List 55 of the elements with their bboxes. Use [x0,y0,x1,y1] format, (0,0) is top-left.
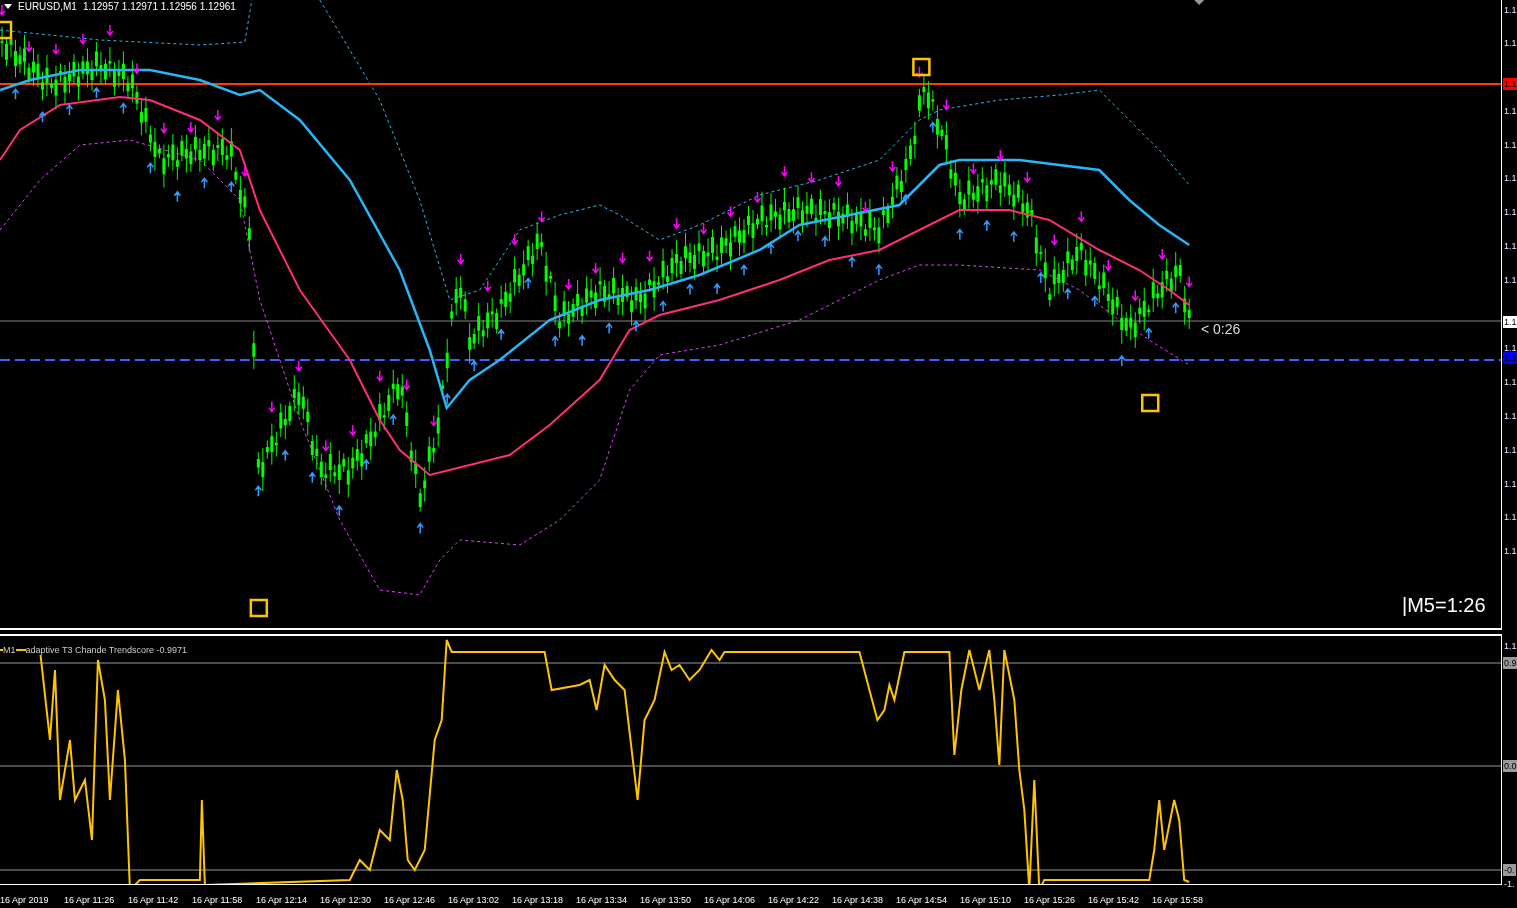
time-label: 16 Apr 15:58 [1152,895,1205,907]
price-label: 1.1 [1503,352,1517,364]
price-label: 1.1 [1503,511,1517,523]
indicator-title: adaptive T3 Chande Trendscore -0.9971 [25,645,187,655]
price-label: 1.1 [1503,172,1517,184]
time-label: 16 Apr 13:18 [512,895,565,907]
time-label: 16 Apr 14:22 [768,895,821,907]
time-label: 16 Apr 15:26 [1024,895,1077,907]
dropdown-icon[interactable] [4,4,12,9]
price-label: 1.1 [1503,78,1517,90]
indicator-axis-label: 0.9 [1503,657,1517,669]
time-label: 16 Apr 12:46 [384,895,437,907]
price-label: 1.1 [1503,342,1517,354]
signal-marker-icon [0,20,13,40]
signal-marker-icon [249,598,269,618]
price-label: 1.1 [1503,274,1517,286]
price-label: 1.1 [1503,410,1517,422]
price-label: 1.1 [1503,37,1517,49]
indicator-timeframe: M1 [3,645,16,655]
price-label: 1.1 [1503,240,1517,252]
time-label: 16 Apr 15:42 [1088,895,1141,907]
indicator-axis-label: -1. [1503,878,1516,890]
indicator-axis-label: -0. [1503,864,1516,876]
price-label: 1.1 [1503,376,1517,388]
time-label: 16 Apr 14:54 [896,895,949,907]
time-label: 16 Apr 12:30 [320,895,373,907]
time-label: 16 Apr 15:10 [960,895,1013,907]
symbol-label: EURUSD,M1 [18,1,77,12]
timeframe-timer: |M5=1:26 [1402,594,1486,617]
price-label: 1.1 [1503,444,1517,456]
price-label: 1.1 [1503,4,1517,16]
price-label: 1.1 [1503,545,1517,557]
candle-countdown: < 0:26 [1201,321,1241,337]
time-label: 16 Apr 13:02 [448,895,501,907]
price-label: 1.1 [1503,478,1517,490]
time-label: 16 Apr 14:06 [704,895,757,907]
pane-separator[interactable] [0,628,1502,636]
time-label: 16 Apr 11:42 [128,895,180,907]
time-label: 16 Apr 13:50 [640,895,693,907]
caret-icon [1194,0,1205,5]
price-label: 1.1 [1503,139,1517,151]
indicator-axis-label: 0.0 [1503,760,1517,772]
signal-marker-icon [912,57,931,77]
indicator-axis-label: 1.1 [1503,640,1517,652]
time-label: 16 Apr 14:38 [832,895,885,907]
time-label: 16 Apr 12:14 [256,895,309,907]
price-label: 1.1 [1503,105,1517,117]
time-label: 16 Apr 13:34 [576,895,629,907]
time-label: 16 Apr 2019 [0,895,50,907]
price-label: 1.1 [1503,316,1517,328]
time-label: 16 Apr 11:26 [64,895,116,907]
price-label: 1.1 [1503,206,1517,218]
signal-marker-icon [1141,393,1160,413]
time-label: 16 Apr 11:58 [192,895,244,907]
quote-values: 1.12957 1.12971 1.12956 1.12961 [82,1,236,12]
